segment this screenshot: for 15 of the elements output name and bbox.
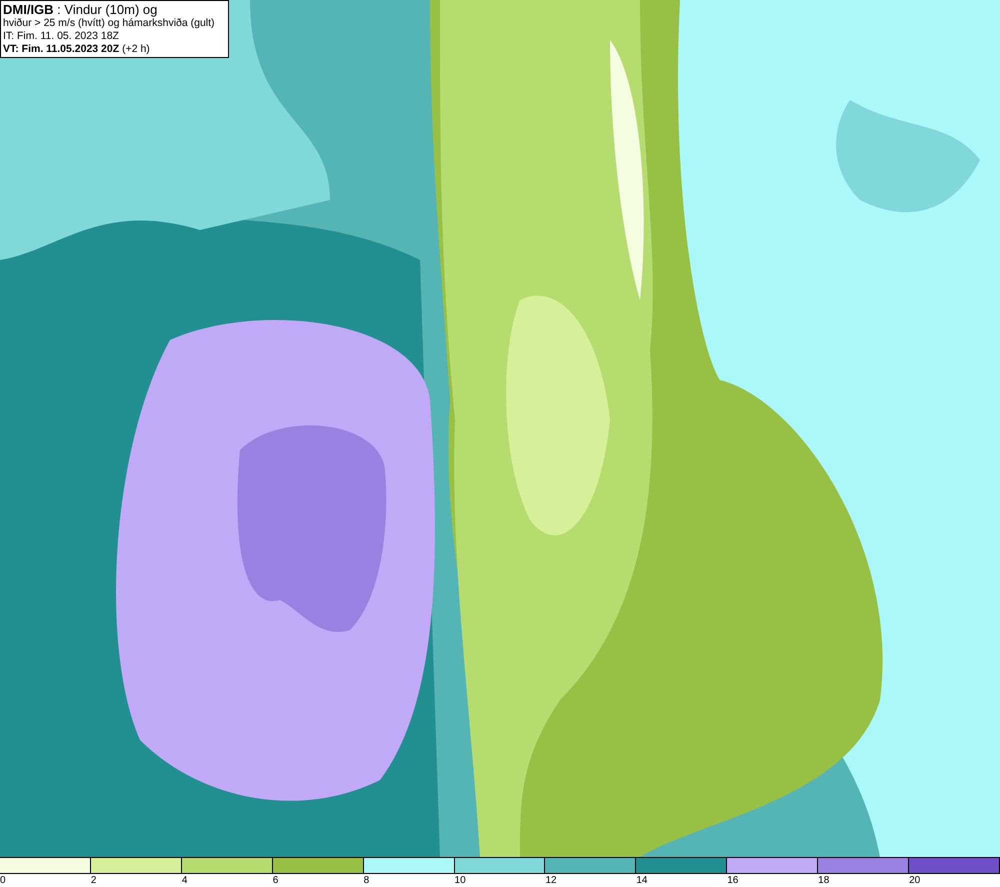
info-text: DMI/IGB : Vindur (10m) og — [3, 2, 158, 17]
legend-label: 0 — [0, 874, 6, 887]
info-text: hviður > 25 m/s (hvítt) og hámarkshviða (gult) — [3, 17, 216, 30]
legend-label: 18 — [818, 874, 830, 887]
info-text: VT: Fim. 11.05.2023 20Z (+2 h) — [3, 43, 151, 56]
info-text: IT: Fim. 11. 05. 2023 18Z — [3, 30, 120, 43]
legend-label: 6 — [272, 874, 278, 887]
legend-label: 10 — [454, 874, 466, 887]
legend-label: 2 — [90, 874, 96, 887]
legend-label: 4 — [182, 874, 188, 887]
legend-label: 16 — [727, 874, 738, 887]
legend-label: 20 — [909, 874, 920, 887]
legend-label: 14 — [636, 874, 648, 887]
legend-label: 12 — [545, 874, 557, 887]
legend-label: 8 — [364, 874, 370, 887]
